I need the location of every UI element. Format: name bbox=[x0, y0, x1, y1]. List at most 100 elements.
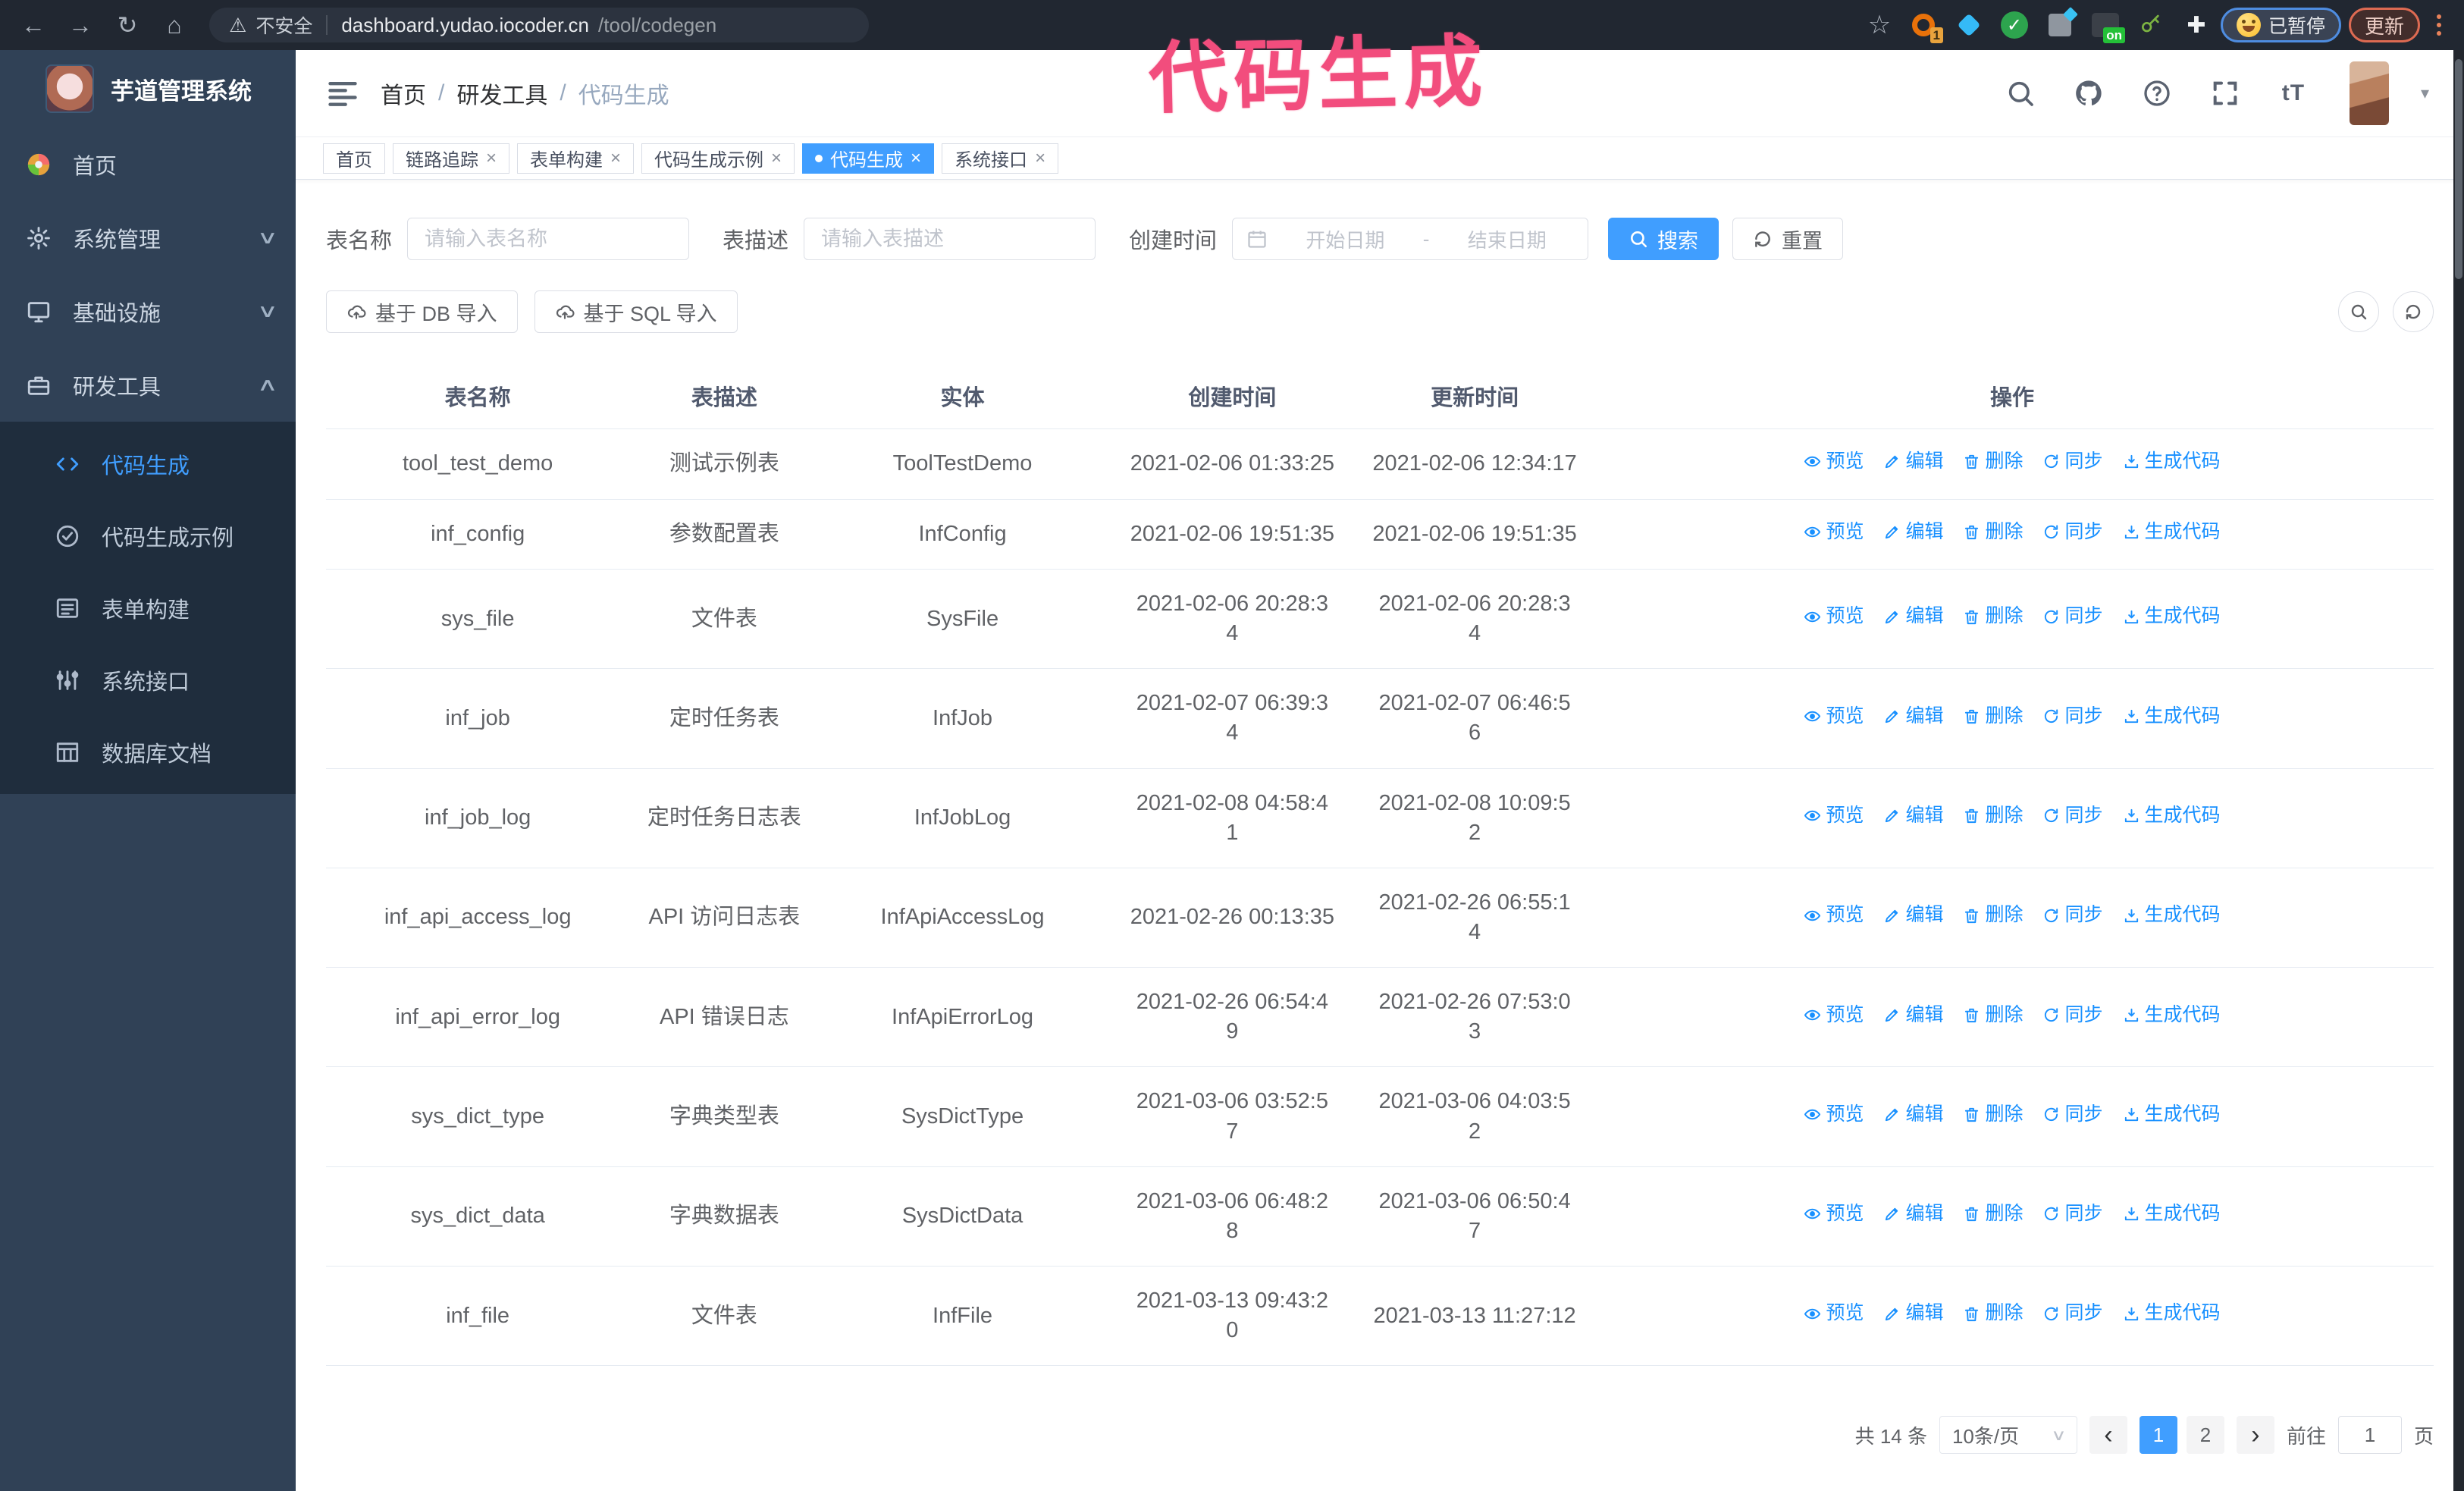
action-generate[interactable]: 生成代码 bbox=[2123, 1201, 2221, 1227]
tab-代码生成示例[interactable]: 代码生成示例 × bbox=[641, 143, 795, 174]
browser-profile-pill[interactable]: 已暂停 bbox=[2220, 8, 2341, 42]
import-db-button[interactable]: 基于 DB 导入 bbox=[326, 290, 518, 333]
action-generate[interactable]: 生成代码 bbox=[2123, 519, 2221, 545]
import-sql-button[interactable]: 基于 SQL 导入 bbox=[534, 290, 738, 333]
panels-gray-icon[interactable] bbox=[2043, 7, 2078, 42]
sidebar-item-infrastructure[interactable]: 基础设施 ∨ bbox=[0, 275, 296, 348]
sidebar-item-dev-tools[interactable]: 研发工具 ∧ bbox=[0, 348, 296, 422]
action-sync[interactable]: 同步 bbox=[2042, 1301, 2103, 1326]
action-generate[interactable]: 生成代码 bbox=[2123, 902, 2221, 928]
tab-首页[interactable]: 首页 bbox=[323, 143, 385, 174]
back-icon[interactable]: ← bbox=[14, 7, 53, 43]
tab-表单构建[interactable]: 表单构建 × bbox=[517, 143, 635, 174]
action-preview[interactable]: 预览 bbox=[1804, 1201, 1864, 1227]
toggle-search-button[interactable] bbox=[2338, 291, 2379, 332]
close-icon[interactable]: × bbox=[486, 148, 497, 169]
address-bar[interactable]: ⚠ 不安全 dashboard.yudao.iocoder.cn/tool/co… bbox=[209, 8, 869, 42]
help-icon[interactable] bbox=[2142, 78, 2172, 108]
action-preview[interactable]: 预览 bbox=[1804, 1301, 1864, 1326]
sidebar-item-form-builder[interactable]: 表单构建 bbox=[0, 572, 296, 644]
sidebar-item-system-admin[interactable]: 系统管理 ∨ bbox=[0, 201, 296, 275]
action-preview[interactable]: 预览 bbox=[1804, 902, 1864, 928]
avatar[interactable] bbox=[2349, 61, 2389, 125]
action-generate[interactable]: 生成代码 bbox=[2123, 449, 2221, 475]
update-button[interactable]: 更新 bbox=[2348, 8, 2420, 42]
action-preview[interactable]: 预览 bbox=[1804, 704, 1864, 730]
breadcrumb-item[interactable]: 研发工具 bbox=[456, 77, 547, 110]
table-desc-input[interactable] bbox=[804, 218, 1096, 260]
action-delete[interactable]: 删除 bbox=[1963, 1201, 2023, 1227]
switch-dark-icon[interactable]: on bbox=[2089, 8, 2125, 43]
action-preview[interactable]: 预览 bbox=[1804, 519, 1864, 545]
action-delete[interactable]: 删除 bbox=[1963, 902, 2023, 928]
ring-orange-icon[interactable]: 1 bbox=[1907, 8, 1943, 43]
action-delete[interactable]: 删除 bbox=[1963, 604, 2023, 629]
action-sync[interactable]: 同步 bbox=[2042, 604, 2103, 629]
action-edit[interactable]: 编辑 bbox=[1883, 519, 1943, 545]
action-delete[interactable]: 删除 bbox=[1963, 1102, 2023, 1128]
date-range-picker[interactable]: 开始日期 - 结束日期 bbox=[1232, 218, 1589, 260]
action-sync[interactable]: 同步 bbox=[2042, 1201, 2103, 1227]
close-icon[interactable]: × bbox=[911, 148, 921, 169]
app-logo[interactable]: 芋道管理系统 bbox=[0, 50, 296, 127]
scrollbar[interactable] bbox=[2453, 50, 2464, 1491]
close-icon[interactable]: × bbox=[1035, 148, 1045, 169]
action-sync[interactable]: 同步 bbox=[2042, 519, 2103, 545]
search-button[interactable]: 搜索 bbox=[1608, 218, 1719, 260]
reset-button[interactable]: 重置 bbox=[1732, 218, 1844, 260]
action-delete[interactable]: 删除 bbox=[1963, 704, 2023, 730]
next-page-button[interactable]: › bbox=[2236, 1416, 2274, 1455]
action-preview[interactable]: 预览 bbox=[1804, 449, 1864, 475]
gem-blue-icon[interactable] bbox=[1952, 8, 1986, 42]
action-sync[interactable]: 同步 bbox=[2042, 449, 2103, 475]
hamburger-icon[interactable] bbox=[326, 77, 359, 110]
page-button-1[interactable]: 1 bbox=[2139, 1416, 2177, 1455]
browser-menu-icon[interactable] bbox=[2428, 14, 2450, 36]
tab-系统接口[interactable]: 系统接口 × bbox=[942, 143, 1059, 174]
action-sync[interactable]: 同步 bbox=[2042, 803, 2103, 829]
action-edit[interactable]: 编辑 bbox=[1883, 902, 1943, 928]
action-delete[interactable]: 删除 bbox=[1963, 519, 2023, 545]
action-edit[interactable]: 编辑 bbox=[1883, 1003, 1943, 1028]
action-preview[interactable]: 预览 bbox=[1804, 1102, 1864, 1128]
action-edit[interactable]: 编辑 bbox=[1883, 1102, 1943, 1128]
home-icon[interactable]: ⌂ bbox=[155, 7, 194, 43]
action-delete[interactable]: 删除 bbox=[1963, 1003, 2023, 1028]
action-edit[interactable]: 编辑 bbox=[1883, 704, 1943, 730]
sidebar-item-system-api[interactable]: 系统接口 bbox=[0, 644, 296, 716]
refresh-button[interactable] bbox=[2393, 291, 2434, 332]
action-generate[interactable]: 生成代码 bbox=[2123, 803, 2221, 829]
reload-icon[interactable]: ↻ bbox=[108, 7, 147, 43]
search-icon[interactable] bbox=[2005, 78, 2036, 108]
tab-链路追踪[interactable]: 链路追踪 × bbox=[393, 143, 510, 174]
breadcrumb-item[interactable]: 首页 bbox=[381, 77, 426, 110]
action-preview[interactable]: 预览 bbox=[1804, 604, 1864, 629]
action-edit[interactable]: 编辑 bbox=[1883, 1301, 1943, 1326]
action-sync[interactable]: 同步 bbox=[2042, 1102, 2103, 1128]
close-icon[interactable]: × bbox=[771, 148, 782, 169]
action-generate[interactable]: 生成代码 bbox=[2123, 1301, 2221, 1326]
fullscreen-icon[interactable] bbox=[2210, 78, 2240, 108]
action-generate[interactable]: 生成代码 bbox=[2123, 1003, 2221, 1028]
action-preview[interactable]: 预览 bbox=[1804, 1003, 1864, 1028]
action-delete[interactable]: 删除 bbox=[1963, 803, 2023, 829]
table-name-input[interactable] bbox=[407, 218, 690, 260]
action-edit[interactable]: 编辑 bbox=[1883, 803, 1943, 829]
action-sync[interactable]: 同步 bbox=[2042, 902, 2103, 928]
check-green-icon[interactable]: ✓ bbox=[1998, 8, 2031, 42]
action-generate[interactable]: 生成代码 bbox=[2123, 704, 2221, 730]
sidebar-item-codegen-example[interactable]: 代码生成示例 bbox=[0, 500, 296, 572]
action-sync[interactable]: 同步 bbox=[2042, 704, 2103, 730]
page-size-select[interactable]: 10条/页 ∨ bbox=[1939, 1416, 2077, 1455]
forward-icon[interactable]: → bbox=[61, 7, 100, 43]
sidebar-item-db-doc[interactable]: 数据库文档 bbox=[0, 716, 296, 788]
action-generate[interactable]: 生成代码 bbox=[2123, 1102, 2221, 1128]
caret-down-icon[interactable]: ▾ bbox=[2421, 83, 2429, 103]
action-generate[interactable]: 生成代码 bbox=[2123, 604, 2221, 629]
tab-代码生成[interactable]: 代码生成 × bbox=[802, 143, 935, 174]
action-edit[interactable]: 编辑 bbox=[1883, 449, 1943, 475]
page-button-2[interactable]: 2 bbox=[2186, 1416, 2224, 1455]
sidebar-item-home[interactable]: 首页 bbox=[0, 127, 296, 201]
text-size-icon[interactable]: tT bbox=[2278, 78, 2309, 108]
scrollbar-thumb[interactable] bbox=[2455, 59, 2462, 279]
